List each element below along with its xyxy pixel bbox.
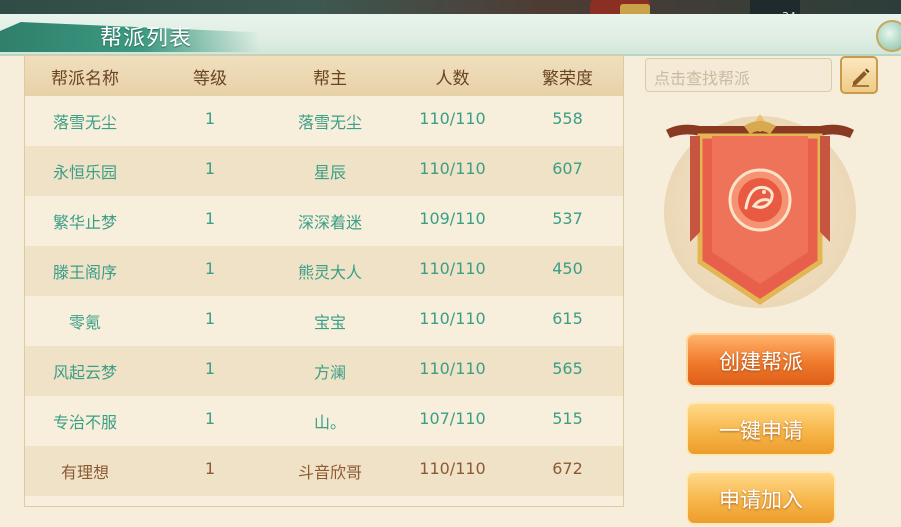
table-row[interactable]: 永恒乐园 1 星辰 110/110 607	[25, 146, 623, 196]
guild-name: 有理想	[60, 463, 109, 482]
page-title: 帮派列表	[100, 26, 193, 51]
guild-level: 1	[204, 259, 216, 278]
guild-name: 繁华止梦	[52, 213, 117, 232]
guild-level: 1	[204, 409, 216, 428]
guild-level: 1	[204, 359, 216, 378]
table-row[interactable]: 繁华止梦 1 深深着迷 109/110 537	[25, 196, 623, 246]
column-header-prosperity[interactable]: 繁荣度	[510, 64, 623, 89]
apply-all-button[interactable]: 一键申请	[686, 402, 836, 456]
guild-level: 1	[204, 109, 216, 128]
guild-leader: 熊灵大人	[297, 263, 362, 282]
guild-level: 1	[204, 159, 216, 178]
guild-rows: 落雪无尘 1 落雪无尘 110/110 558 永恒乐园 1 星辰 110/11…	[25, 96, 623, 506]
pencil-icon	[852, 68, 870, 87]
guild-prosperity: 565	[552, 359, 583, 378]
guild-prosperity: 615	[552, 309, 583, 328]
guild-leader: 山。	[313, 413, 346, 432]
table-row[interactable]: 专治不服 1 山。 107/110 515	[25, 396, 623, 446]
guild-prosperity: 537	[552, 209, 583, 228]
guild-leader: 落雪无尘	[297, 113, 362, 132]
table-row[interactable]: 有理想 1 斗音欣哥 110/110 672	[25, 446, 623, 496]
guild-level: 1	[204, 309, 216, 328]
guild-members: 110/110	[419, 159, 486, 178]
column-header-name[interactable]: 帮派名称	[25, 64, 145, 89]
create-guild-button[interactable]: 创建帮派	[686, 333, 836, 387]
guild-level: 1	[204, 209, 216, 228]
table-row[interactable]: 滕王阁序 1 熊灵大人 110/110 450	[25, 246, 623, 296]
guild-level: 1	[204, 459, 216, 478]
guild-members: 110/110	[419, 459, 486, 478]
column-header-members[interactable]: 人数	[395, 64, 510, 89]
table-row[interactable]: 零氪 1 宝宝 110/110 615	[25, 296, 623, 346]
table-row[interactable]: 落雪无尘 1 落雪无尘 110/110 558	[25, 96, 623, 146]
guild-list-panel: 帮派名称 等级 帮主 人数 繁荣度 落雪无尘 1 落雪无尘 110/110 55…	[24, 55, 624, 507]
guild-name: 专治不服	[52, 413, 117, 432]
guild-prosperity: 515	[552, 409, 583, 428]
guild-prosperity: 450	[552, 259, 583, 278]
table-row[interactable]: 风起云梦 1 方澜 110/110 565	[25, 346, 623, 396]
list-header: 帮派名称 等级 帮主 人数 繁荣度	[25, 56, 623, 98]
guild-members: 109/110	[419, 209, 486, 228]
guild-prosperity: 558	[552, 109, 583, 128]
guild-leader: 斗音欣哥	[297, 463, 362, 482]
guild-name: 滕王阁序	[52, 263, 117, 282]
guild-leader: 宝宝	[313, 313, 346, 332]
column-header-level[interactable]: 等级	[155, 64, 265, 89]
guild-leader: 方澜	[313, 363, 346, 382]
guild-name: 风起云梦	[52, 363, 117, 382]
column-header-leader[interactable]: 帮主	[265, 64, 395, 89]
guild-members: 110/110	[419, 359, 486, 378]
close-icon[interactable]	[876, 20, 901, 52]
title-bar: 帮派列表	[0, 14, 901, 56]
edit-button[interactable]	[840, 56, 878, 94]
guild-name: 永恒乐园	[52, 163, 117, 182]
guild-name: 落雪无尘	[52, 113, 117, 132]
dragon-banner-emblem	[666, 114, 854, 306]
guild-members: 107/110	[419, 409, 486, 428]
search-input[interactable]: 点击查找帮派	[645, 58, 832, 92]
guild-members: 110/110	[419, 109, 486, 128]
guild-members: 110/110	[419, 309, 486, 328]
guild-leader: 星辰	[313, 163, 346, 182]
guild-prosperity: 607	[552, 159, 583, 178]
table-row-partial[interactable]	[25, 496, 623, 506]
guild-leader: 深深着迷	[297, 213, 362, 232]
guild-members: 110/110	[419, 259, 486, 278]
apply-join-button[interactable]: 申请加入	[686, 471, 836, 525]
guild-name: 零氪	[68, 313, 101, 332]
guild-prosperity: 672	[552, 459, 583, 478]
